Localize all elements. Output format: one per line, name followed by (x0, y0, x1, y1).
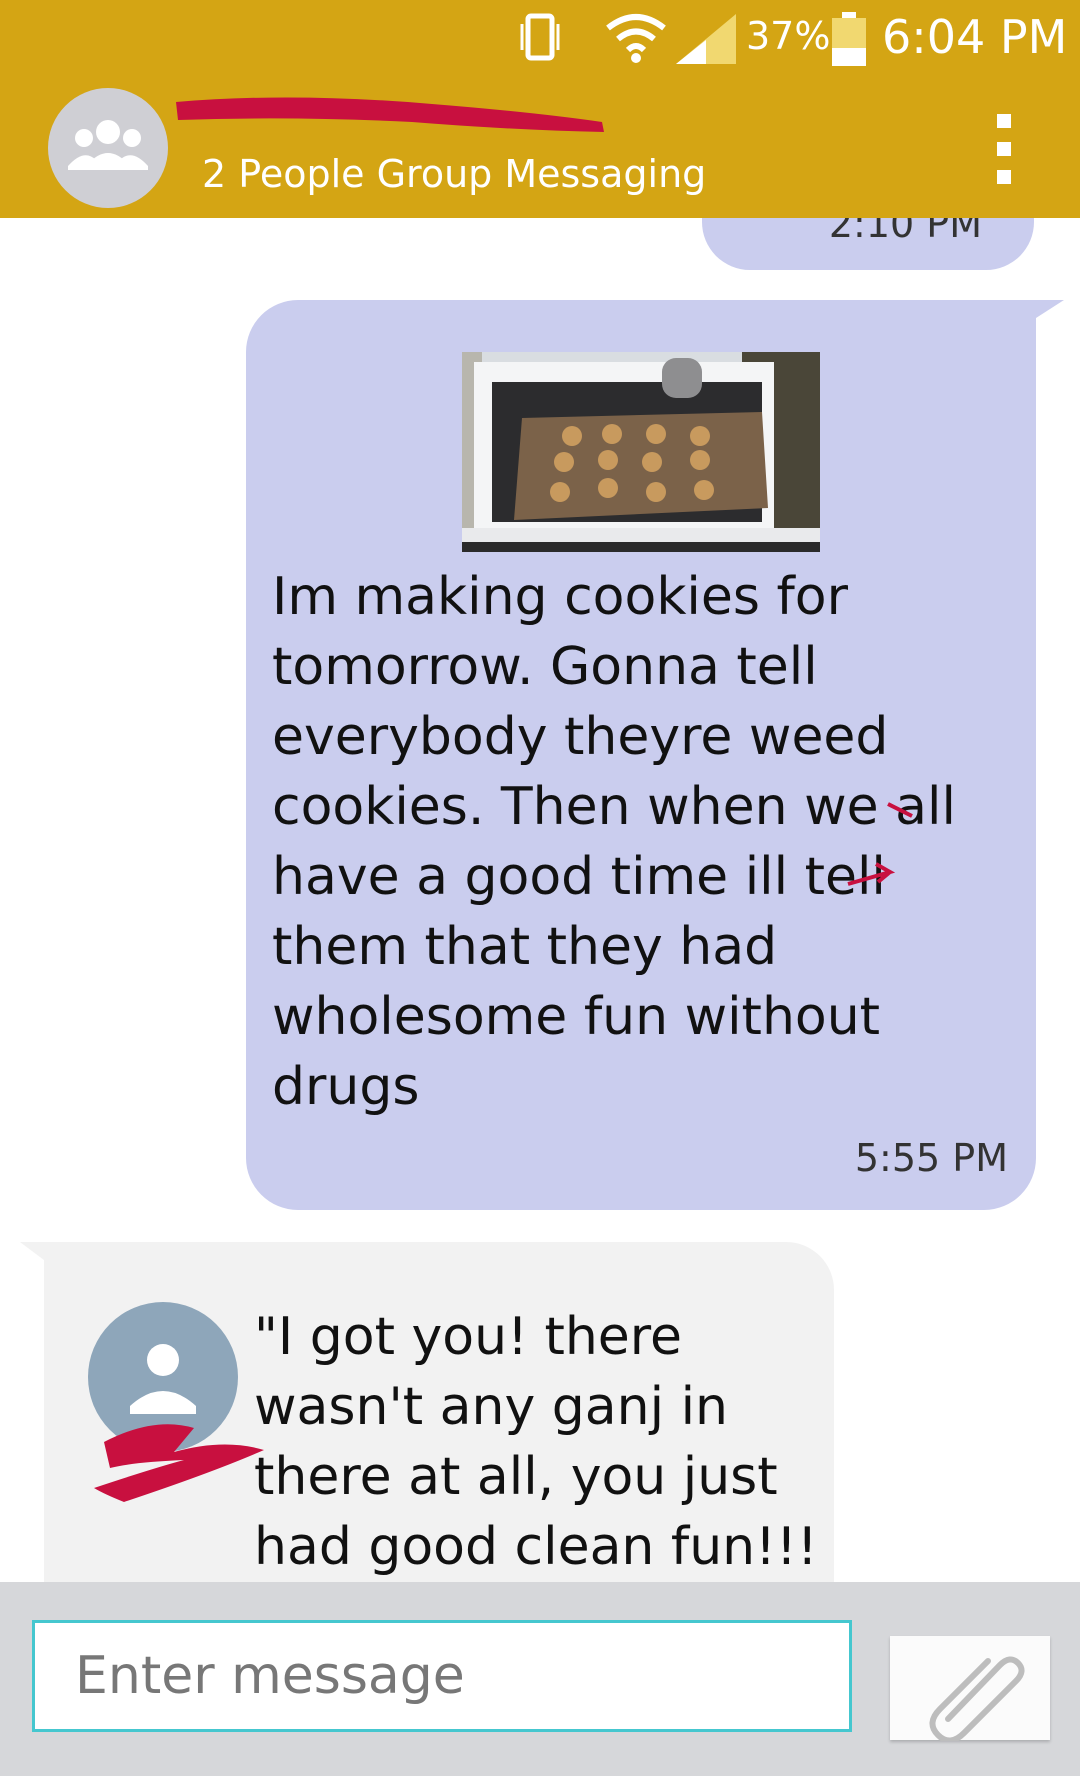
message-text: "I got you! there wasn't any ganj in the… (254, 1307, 818, 1577)
overflow-menu-icon[interactable] (992, 114, 1022, 184)
battery-icon (832, 12, 866, 66)
ink-scribble (847, 862, 896, 886)
bubble-tail (1036, 300, 1064, 318)
outgoing-message[interactable]: Im making cookies for tomorrow. Gonna te… (246, 300, 1064, 1210)
message-input[interactable] (32, 1620, 852, 1732)
wifi-icon (606, 14, 666, 63)
compose-bar (0, 1582, 1080, 1776)
ink-scribble (887, 802, 913, 818)
name-redaction-scribble (176, 97, 604, 132)
message-text: Im making cookies for tomorrow. Gonna te… (272, 567, 956, 1117)
message-time: 5:55 PM (854, 1136, 1008, 1180)
group-avatar[interactable] (48, 88, 168, 208)
paperclip-icon (929, 1656, 1025, 1744)
status-time: 6:04 PM (882, 10, 1068, 64)
group-people-icon (68, 120, 148, 170)
bubble-tail (20, 1242, 44, 1260)
cookie-tray-photo[interactable] (462, 352, 820, 552)
incoming-message[interactable]: "I got you! there wasn't any ganj in the… (20, 1242, 834, 1602)
status-bar: 37% 6:04 PM (0, 0, 1080, 80)
app-header: 37% 6:04 PM 2 People Group Messaging (0, 0, 1080, 218)
group-subtitle: 2 People Group Messaging (202, 152, 707, 196)
cell-signal-icon (676, 14, 736, 64)
attach-button[interactable] (890, 1636, 1050, 1744)
vibrate-icon (520, 13, 560, 61)
battery-percent: 37% (746, 14, 831, 58)
